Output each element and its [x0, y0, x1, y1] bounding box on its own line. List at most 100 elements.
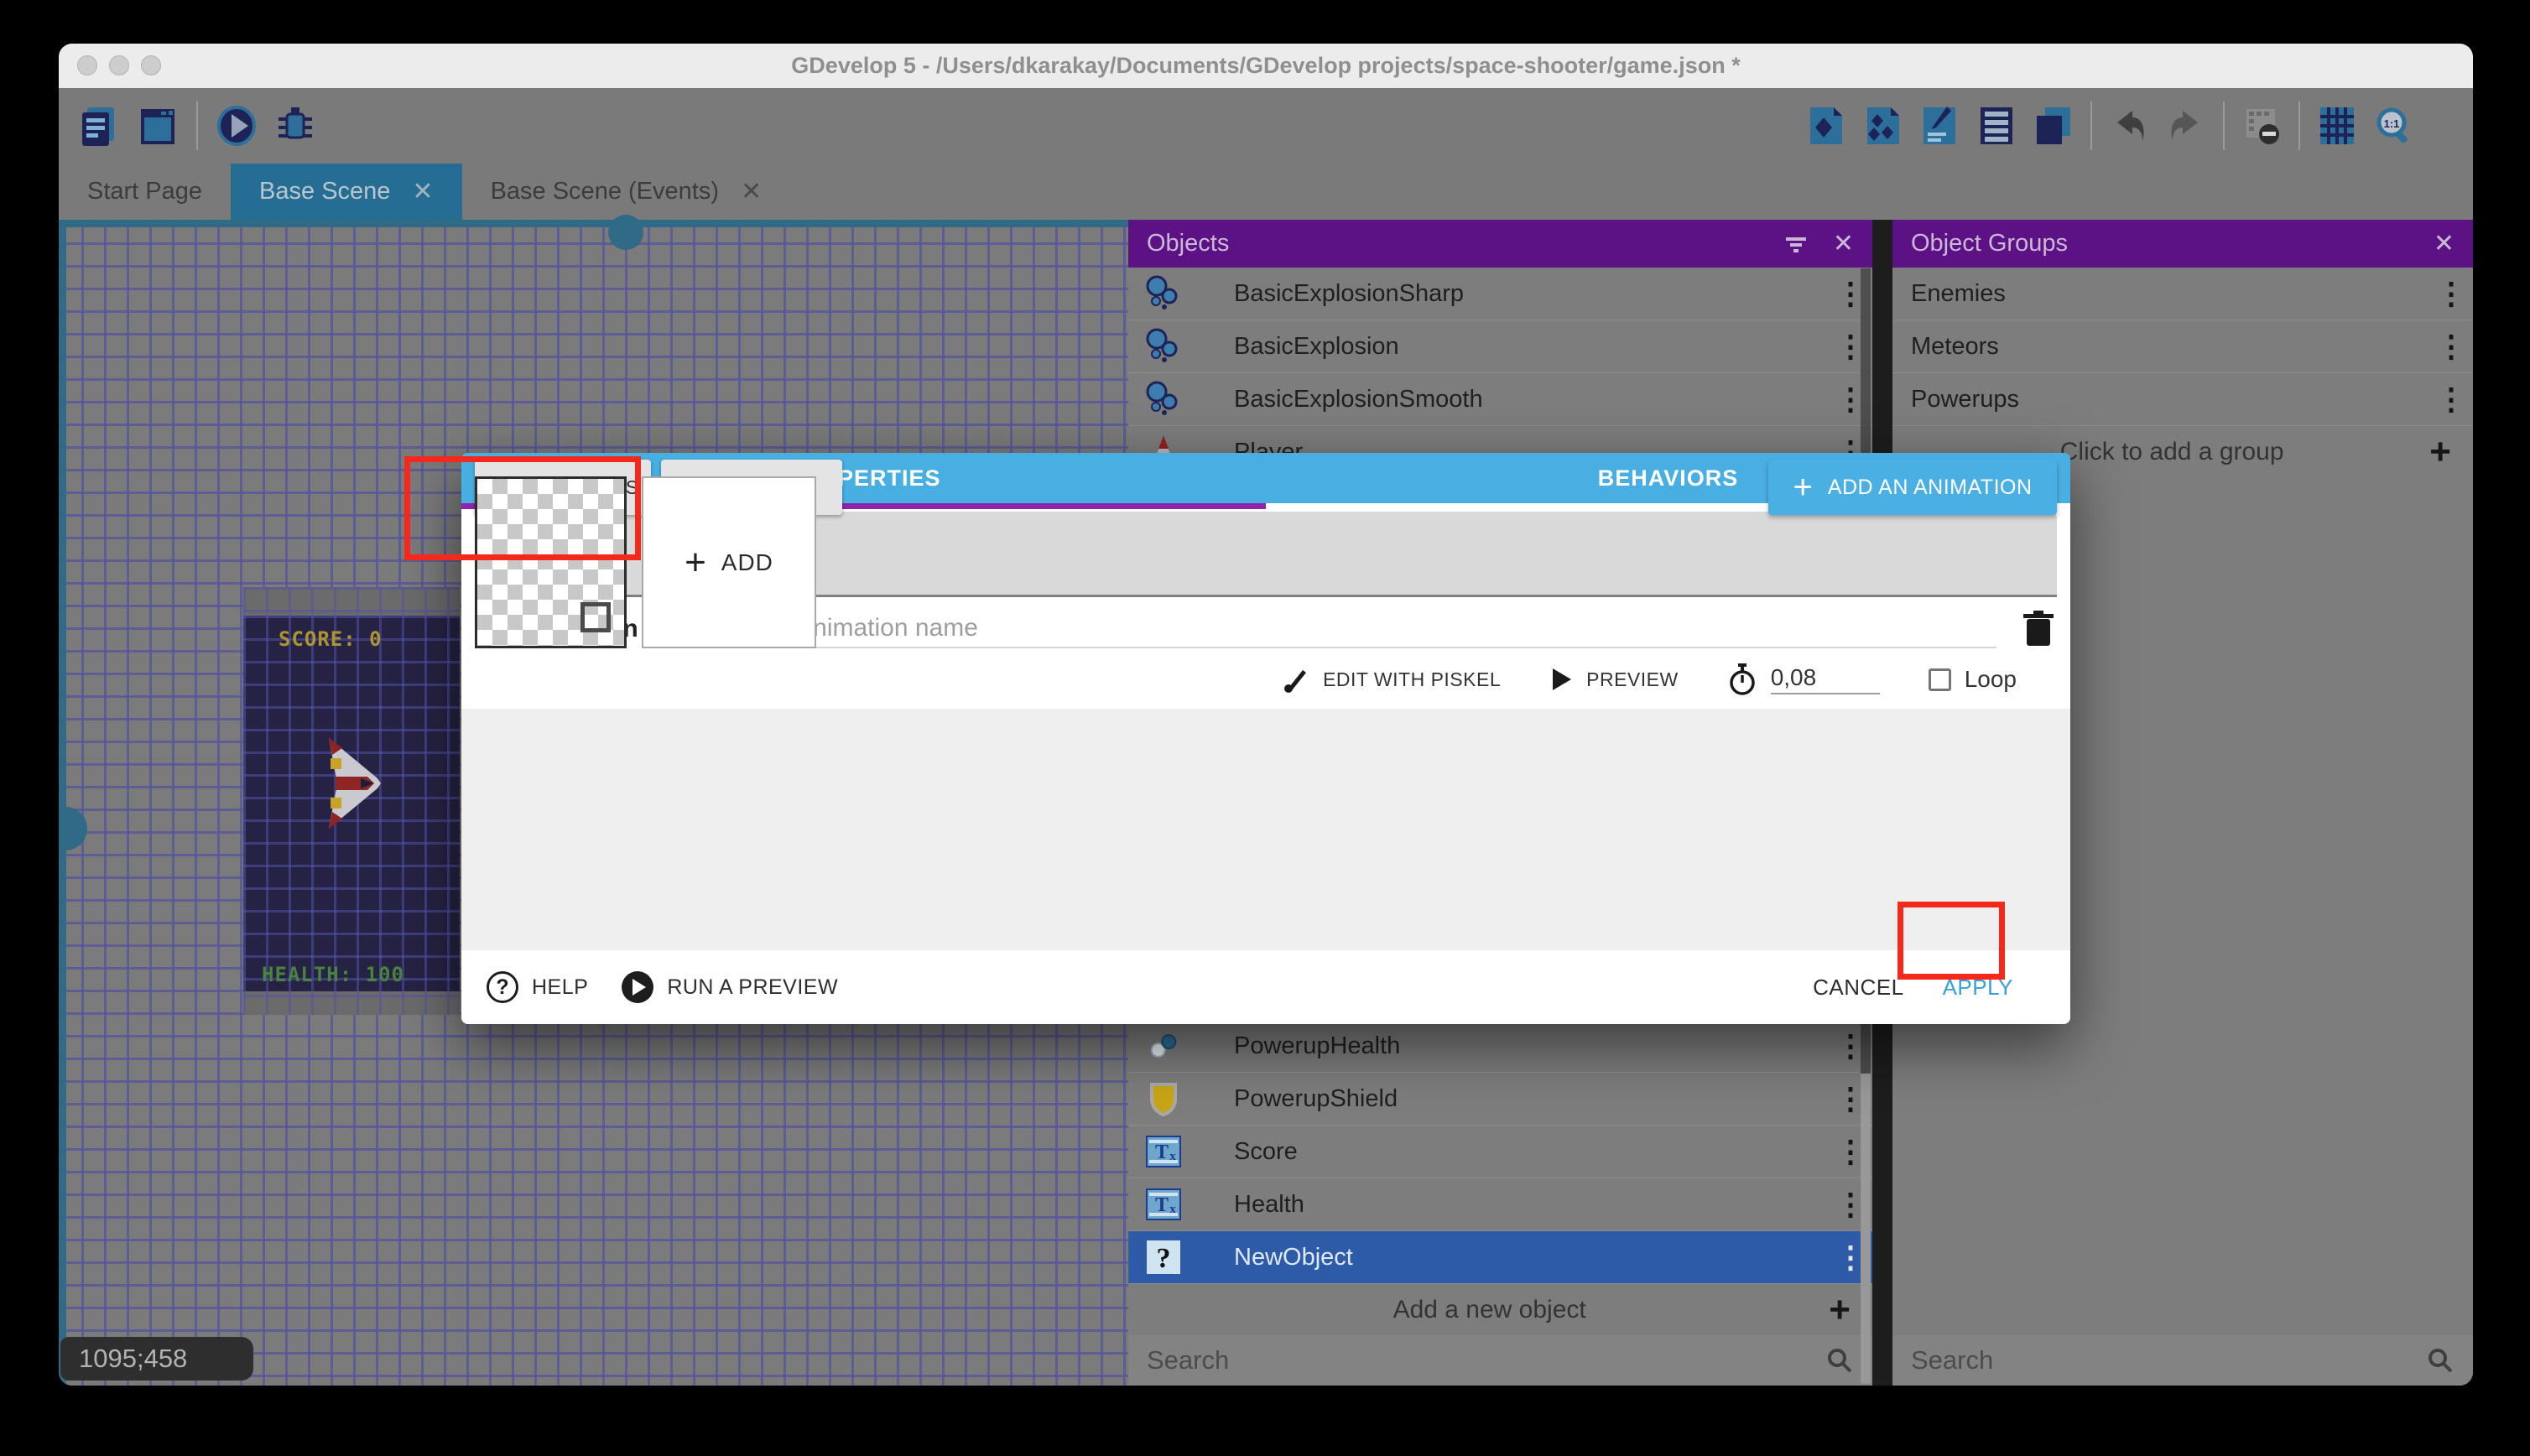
text-object-icon: Tx — [1145, 1133, 1182, 1170]
object-row[interactable]: BasicExplosion ⋮ — [1128, 320, 1872, 373]
filter-icon[interactable] — [1781, 229, 1811, 259]
object-name: Health — [1234, 1191, 1835, 1219]
object-groups-icon[interactable] — [1862, 104, 1903, 148]
help-button[interactable]: ? HELP — [487, 971, 588, 1003]
row-menu-icon[interactable]: ⋮ — [1835, 1240, 1861, 1275]
object-name: BasicExplosionSmooth — [1234, 386, 1835, 413]
play-preview-icon[interactable] — [216, 104, 257, 148]
shield-icon — [1145, 1080, 1182, 1117]
search-placeholder: Search — [1911, 1345, 2426, 1375]
row-menu-icon[interactable]: ⋮ — [2436, 382, 2461, 417]
group-row[interactable]: Enemies ⋮ — [1892, 268, 2473, 320]
svg-text:?: ? — [1157, 1243, 1171, 1274]
minimize-window-icon[interactable] — [109, 55, 129, 75]
plus-icon: + — [1829, 1292, 1851, 1329]
delete-animation-icon[interactable] — [2020, 609, 2057, 649]
help-icon: ? — [487, 971, 518, 1003]
mask-icon[interactable] — [2241, 104, 2282, 148]
tab-label: Start Page — [87, 178, 202, 205]
edit-with-piskel-button[interactable]: EDIT WITH PISKEL — [1323, 668, 1501, 691]
player-ship-sprite[interactable] — [324, 733, 384, 834]
close-tab-icon[interactable]: ✕ — [412, 177, 433, 206]
frame-select-checkbox[interactable] — [580, 602, 611, 632]
object-row[interactable]: BasicExplosionSmooth ⋮ — [1128, 373, 1872, 426]
frame-actions-row — [461, 883, 2070, 950]
animation-name-input[interactable]: Optional animation name — [698, 610, 1996, 648]
undo-icon[interactable] — [2109, 104, 2149, 148]
row-menu-icon[interactable]: ⋮ — [1835, 1187, 1861, 1222]
close-panel-icon[interactable]: ✕ — [2434, 229, 2455, 258]
svg-text:x: x — [1169, 1150, 1176, 1163]
row-menu-icon[interactable]: ⋮ — [1835, 382, 1861, 417]
debug-icon[interactable] — [275, 104, 315, 148]
group-row[interactable]: Meteors ⋮ — [1892, 320, 2473, 373]
row-menu-icon[interactable]: ⋮ — [2436, 276, 2461, 311]
row-menu-icon[interactable]: ⋮ — [1835, 1081, 1861, 1116]
close-panel-icon[interactable]: ✕ — [1833, 229, 1854, 258]
frame-duration-input[interactable]: 0,08 — [1771, 664, 1880, 694]
row-menu-icon[interactable]: ⋮ — [1835, 276, 1861, 311]
object-row[interactable]: BasicExplosionSharp ⋮ — [1128, 268, 1872, 320]
play-icon — [1549, 667, 1573, 692]
add-frame-button[interactable]: + ADD — [642, 476, 816, 648]
object-name: PowerupShield — [1234, 1085, 1835, 1113]
close-tab-icon[interactable]: ✕ — [741, 177, 762, 206]
row-menu-icon[interactable]: ⋮ — [1835, 329, 1861, 364]
group-name: Meteors — [1911, 333, 2436, 361]
object-row-selected[interactable]: ? NewObject ⋮ — [1128, 1231, 1872, 1284]
explosion-icon — [1145, 381, 1182, 418]
group-name: Enemies — [1911, 280, 2436, 308]
toolbar-divider — [196, 101, 198, 150]
loop-checkbox[interactable] — [1929, 668, 1951, 691]
object-row[interactable]: Tx Score ⋮ — [1128, 1126, 1872, 1178]
add-an-animation-button[interactable]: + ADD AN ANIMATION — [1768, 460, 2057, 515]
row-menu-icon[interactable]: ⋮ — [1835, 1028, 1861, 1063]
pill-icon — [1145, 1027, 1182, 1064]
object-row[interactable]: PowerupHealth ⋮ — [1128, 1020, 1872, 1073]
preview-button[interactable]: PREVIEW — [1586, 668, 1679, 691]
run-a-preview-button[interactable]: RUN A PREVIEW — [622, 971, 838, 1003]
object-row[interactable]: Tx Health ⋮ — [1128, 1178, 1872, 1231]
tab-base-scene-events[interactable]: Base Scene (Events) ✕ — [462, 164, 791, 220]
instances-list-icon[interactable] — [1976, 104, 2017, 148]
object-name: BasicExplosionSharp — [1234, 280, 1835, 308]
row-menu-icon[interactable]: ⋮ — [1835, 1134, 1861, 1169]
editor-tabbar: Start Page Base Scene ✕ Base Scene (Even… — [59, 164, 2473, 220]
redo-icon[interactable] — [2166, 104, 2206, 148]
close-window-icon[interactable] — [77, 55, 97, 75]
question-icon: ? — [1145, 1239, 1182, 1276]
objects-search[interactable]: Search — [1128, 1335, 1872, 1386]
add-object-row[interactable]: Add a new object + — [1128, 1284, 1872, 1335]
plus-icon: + — [685, 542, 706, 584]
layers-icon[interactable] — [2033, 104, 2074, 148]
add-animation-label: ADD AN ANIMATION — [1828, 476, 2033, 500]
zoom-1-1-icon[interactable]: 1:1 — [2374, 104, 2414, 148]
run-preview-label: RUN A PREVIEW — [667, 975, 838, 1000]
svg-text:1:1: 1:1 — [2384, 117, 2400, 130]
grid-icon[interactable] — [2317, 104, 2357, 148]
zoom-window-icon[interactable] — [141, 55, 161, 75]
object-editor-dialog: PROPERTIES BEHAVIORS Object name FinishL… — [461, 453, 2070, 1024]
scene-editor-icon[interactable] — [138, 104, 178, 148]
drawer-handle-icon[interactable] — [59, 807, 87, 850]
window-title: GDevelop 5 - /Users/dkarakay/Documents/G… — [791, 53, 1740, 79]
object-name: BasicExplosion — [1234, 333, 1835, 361]
object-row[interactable]: PowerupShield ⋮ — [1128, 1073, 1872, 1126]
project-manager-icon[interactable] — [79, 104, 119, 148]
dialog-footer: ? HELP RUN A PREVIEW CANCEL APPLY — [461, 950, 2070, 1024]
object-name: Score — [1234, 1138, 1835, 1166]
drawer-handle-icon[interactable] — [608, 215, 643, 250]
properties-icon[interactable] — [1919, 104, 1960, 148]
tab-base-scene[interactable]: Base Scene ✕ — [231, 164, 462, 220]
search-icon — [2426, 1346, 2455, 1375]
animation-frames-strip — [461, 709, 2070, 883]
score-text: SCORE: 0 — [279, 627, 383, 651]
add-object-icon[interactable] — [1805, 104, 1845, 148]
group-row[interactable]: Powerups ⋮ — [1892, 373, 2473, 426]
row-menu-icon[interactable]: ⋮ — [2436, 329, 2461, 364]
play-circle-icon — [622, 971, 653, 1003]
game-scene-bounds: SCORE: 0 HEALTH: 100 — [243, 587, 460, 1015]
groups-panel-title: Object Groups — [1911, 230, 2068, 257]
tab-start-page[interactable]: Start Page — [59, 164, 231, 220]
groups-search[interactable]: Search — [1892, 1335, 2473, 1386]
